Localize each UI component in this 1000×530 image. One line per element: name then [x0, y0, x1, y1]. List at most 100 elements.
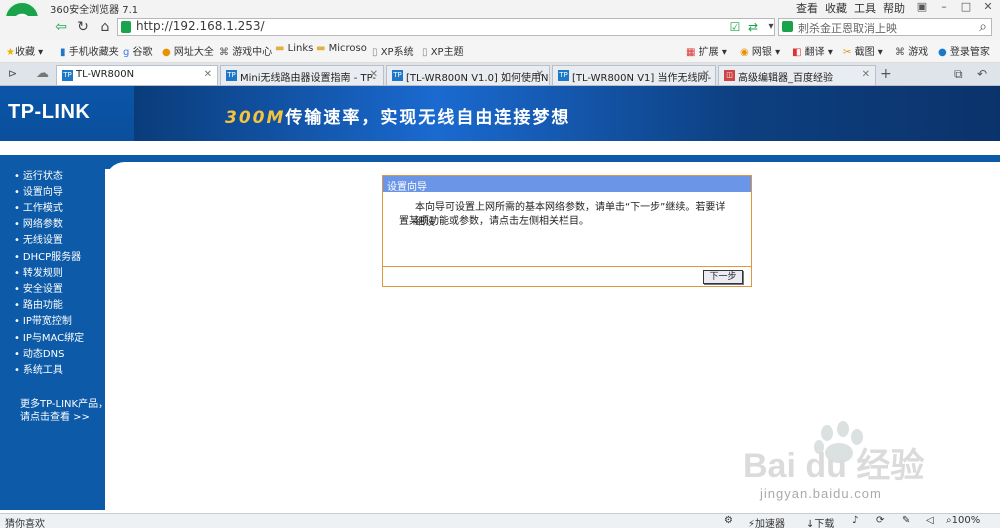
tab-how-to-use[interactable]: TP [TL-WR800N V1.0] 如何使用N ✕: [386, 65, 550, 85]
page-icon: ▯: [422, 47, 428, 58]
zoom-control[interactable]: ⌕100%: [946, 515, 980, 526]
bookmark-favorites[interactable]: ★收藏 ▾: [6, 43, 43, 58]
login-manager-button[interactable]: ● 登录管家: [938, 43, 990, 58]
tp-favicon-icon: TP: [62, 70, 73, 81]
back-icon[interactable]: ⇦: [52, 18, 70, 36]
sync-icon[interactable]: ⟳: [876, 515, 884, 526]
nav-setup-wizard[interactable]: 设置向导: [14, 183, 63, 198]
star-icon: ★: [6, 47, 15, 58]
settings-icon[interactable]: ⚙: [724, 515, 733, 526]
nav-ip-mac-binding[interactable]: IP与MAC绑定: [14, 329, 84, 344]
maximize-icon[interactable]: □: [956, 0, 976, 13]
close-tab-icon[interactable]: ✕: [204, 69, 212, 80]
sidebar-toggle-icon[interactable]: ⊳: [8, 67, 17, 80]
banner-slogan: 300M传输速率，实现无线自由连接梦想: [225, 108, 571, 128]
dialog-divider: [383, 266, 751, 267]
tp-favicon-icon: TP: [558, 70, 569, 81]
menu-favorites[interactable]: 收藏: [825, 0, 847, 16]
tab-mini-guide[interactable]: TP Mini无线路由器设置指南 - TP- ✕: [220, 65, 384, 85]
search-icon[interactable]: ⌕: [974, 18, 992, 36]
bookmark-xp-theme[interactable]: ▯ XP主题: [422, 43, 464, 58]
new-tab-icon[interactable]: +: [880, 66, 892, 82]
security-shield-icon: [121, 21, 131, 33]
skin-icon[interactable]: ▣: [912, 0, 932, 13]
folder-icon: ▬: [275, 43, 285, 54]
phone-icon: ▮: [60, 47, 66, 58]
google-icon: g: [123, 47, 130, 58]
scissors-icon: ✂: [843, 47, 852, 58]
nav-security[interactable]: 安全设置: [14, 280, 63, 295]
translate-button[interactable]: ◧ 翻译 ▾: [792, 43, 833, 58]
bookmark-games[interactable]: ⌘ 游戏中心: [219, 43, 272, 58]
globe-icon: ●: [162, 47, 171, 58]
tools-icon[interactable]: ✎: [902, 515, 910, 526]
title-bar: [0, 0, 1000, 16]
bookmark-links[interactable]: ▬ Links: [275, 43, 313, 54]
tab-advanced-editor[interactable]: ◫ 高级编辑器_百度经验 ✕: [718, 65, 876, 85]
close-tab-icon[interactable]: ✕: [862, 69, 870, 80]
menu-tools[interactable]: 工具: [854, 0, 876, 16]
search-placeholder: 刺杀金正恩取消上映: [798, 22, 897, 35]
bookmark-mobile[interactable]: ▮ 手机收藏夹: [60, 43, 119, 58]
nav-bandwidth[interactable]: IP带宽控制: [14, 312, 72, 327]
menu-help[interactable]: 帮助: [883, 0, 905, 16]
nav-system-tools[interactable]: 系统工具: [14, 361, 63, 376]
nav-network-params[interactable]: 网络参数: [14, 215, 63, 230]
nav-wireless[interactable]: 无线设置: [14, 231, 63, 246]
bookmark-microsoft[interactable]: ▬ Microso: [316, 43, 367, 54]
accelerator-button[interactable]: ⚡加速器: [748, 515, 785, 530]
dialog-title: 设置向导: [387, 182, 427, 193]
tp-favicon-icon: TP: [226, 70, 237, 81]
url-text[interactable]: http://192.168.1.253/: [136, 19, 265, 33]
tab-list-icon[interactable]: ⧉: [954, 67, 963, 82]
qr-icon[interactable]: ⇄: [744, 18, 762, 36]
status-recommend[interactable]: 猜你喜欢: [5, 515, 45, 530]
window-title: 360安全浏览器 7.1: [50, 5, 139, 16]
nav-dhcp[interactable]: DHCP服务器: [14, 248, 81, 263]
home-icon[interactable]: ⌂: [96, 18, 114, 36]
nav-forwarding[interactable]: 转发规则: [14, 264, 63, 279]
more-products-link[interactable]: 请点击查看 >>: [20, 408, 90, 423]
status-bar: [0, 513, 1000, 528]
close-window-icon[interactable]: ✕: [978, 0, 998, 13]
folder-icon: ▬: [316, 43, 326, 54]
speaker-icon[interactable]: ♪: [852, 515, 858, 526]
nav-routing[interactable]: 路由功能: [14, 296, 63, 311]
extension-icon: ▦: [686, 47, 696, 58]
tp-link-logo: TP-LINK: [8, 101, 91, 123]
nav-ddns[interactable]: 动态DNS: [14, 345, 65, 360]
search-engine-icon[interactable]: [782, 21, 793, 32]
games-button[interactable]: ⌘ 游戏: [895, 43, 928, 58]
tab-wireless-net[interactable]: TP [TL-WR800N V1] 当作无线网- ✕: [552, 65, 716, 85]
download-button[interactable]: ↓下载: [806, 515, 834, 530]
dialog-text-line2: 置某项功能或参数，请点击左侧相关栏目。: [399, 216, 589, 227]
tp-favicon-icon: TP: [392, 70, 403, 81]
netbank-button[interactable]: ◉ 网银 ▾: [740, 43, 780, 58]
cloud-icon[interactable]: ☁: [36, 66, 49, 81]
close-tab-icon[interactable]: ✕: [702, 69, 710, 80]
gamepad-icon: ⌘: [219, 47, 229, 58]
tab-tl-wr800n[interactable]: TP TL-WR800N ✕: [56, 65, 218, 85]
next-button[interactable]: 下一步: [703, 270, 743, 284]
bank-icon: ◉: [740, 47, 749, 58]
extensions-button[interactable]: ▦ 扩展 ▾: [686, 43, 727, 58]
screenshot-button[interactable]: ✂ 截图 ▾: [843, 43, 883, 58]
image-favicon-icon: ◫: [724, 70, 735, 81]
minimize-icon[interactable]: –: [934, 0, 954, 13]
close-tab-icon[interactable]: ✕: [536, 69, 544, 80]
close-tab-icon[interactable]: ✕: [370, 69, 378, 80]
gamepad-icon: ⌘: [895, 47, 905, 58]
bookmark-sites[interactable]: ● 网址大全: [162, 43, 214, 58]
bookmark-google[interactable]: g 谷歌: [123, 43, 153, 58]
menu-view[interactable]: 查看: [796, 0, 818, 16]
user-icon: ●: [938, 47, 947, 58]
page-icon: ▯: [372, 47, 378, 58]
undo-close-icon[interactable]: ↶: [977, 67, 987, 81]
mute-icon[interactable]: ◁: [926, 515, 934, 526]
bookmark-xp-system[interactable]: ▯ XP系统: [372, 43, 414, 58]
watermark-text: Bai du 经验: [743, 446, 924, 485]
nav-run-status[interactable]: 运行状态: [14, 167, 63, 182]
compat-mode-icon[interactable]: ☑: [726, 18, 744, 36]
refresh-icon[interactable]: ↻: [74, 18, 92, 36]
nav-work-mode[interactable]: 工作模式: [14, 199, 63, 214]
